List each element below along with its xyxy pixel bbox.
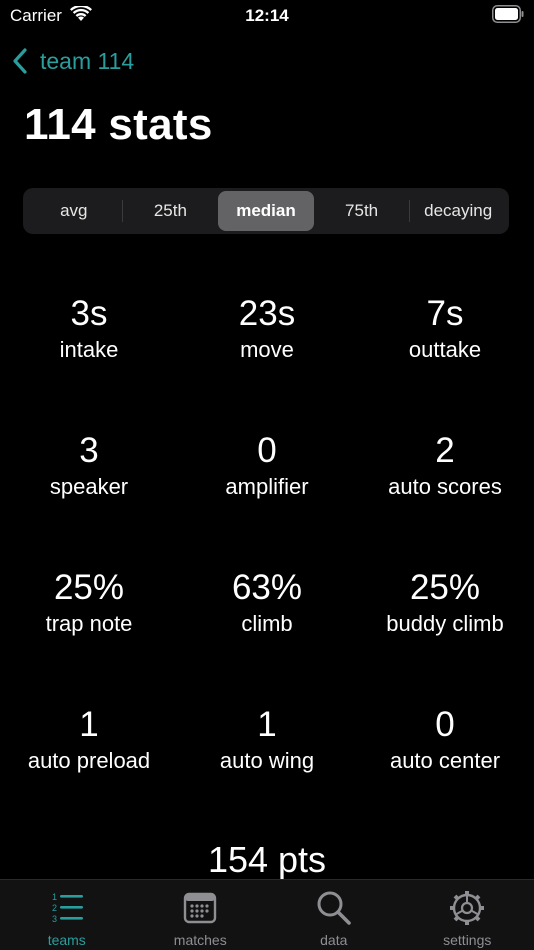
tab-label: settings	[443, 932, 492, 948]
stat-label: speaker	[49, 474, 129, 499]
segment-75th[interactable]: 75th	[314, 191, 410, 231]
stat-row: 3s intake 23s move 7s outtake	[0, 292, 534, 429]
chevron-left-icon	[13, 48, 27, 74]
stat-auto-scores: 2 auto scores	[356, 429, 534, 566]
stat-value: 23s	[238, 294, 296, 333]
stat-row: 25% trap note 63% climb 25% buddy climb	[0, 566, 534, 703]
segment-avg[interactable]: avg	[26, 191, 122, 231]
stat-value: 25%	[409, 568, 481, 607]
stat-intake: 3s intake	[0, 292, 178, 429]
stat-value: 0	[257, 431, 277, 470]
back-button[interactable]: team 114	[12, 44, 134, 78]
screen: Carrier 12:14 team 114 114 stats avg 25t…	[0, 0, 534, 950]
list-numbered-icon: 1 2 3	[52, 892, 83, 924]
svg-text:2: 2	[52, 903, 57, 913]
stat-label: climb	[241, 611, 293, 636]
tab-label: teams	[47, 932, 86, 948]
stat-speaker: 3 speaker	[0, 429, 178, 566]
stat-value: 3	[79, 431, 99, 470]
stat-mode-segmented-control: avg 25th median 75th decaying	[23, 188, 509, 234]
stat-auto-center: 0 auto center	[356, 703, 534, 840]
tab-data[interactable]: data	[267, 880, 401, 950]
stat-label: auto preload	[27, 748, 151, 773]
stat-auto-wing: 1 auto wing	[178, 703, 356, 840]
total-points: 154 pts	[207, 839, 327, 880]
back-label: team 114	[40, 47, 135, 74]
stat-value: 63%	[231, 568, 303, 607]
stat-label: amplifier	[225, 474, 309, 499]
gear-icon	[450, 891, 485, 925]
stat-buddy-climb: 25% buddy climb	[356, 566, 534, 703]
segment-decaying[interactable]: decaying	[410, 191, 506, 231]
tab-label: data	[320, 932, 348, 948]
stat-label: outtake	[408, 337, 482, 362]
tab-teams[interactable]: 1 2 3 teams	[0, 880, 134, 950]
stat-row: 3 speaker 0 amplifier 2 auto scores	[0, 429, 534, 566]
stat-label: auto center	[389, 748, 501, 773]
stat-value: 2	[435, 431, 455, 470]
stat-value: 1	[257, 705, 277, 744]
tab-bar: 1 2 3 teams matches data settings	[0, 879, 534, 950]
clock: 12:14	[245, 6, 289, 25]
stat-climb: 63% climb	[178, 566, 356, 703]
stats-grid: 3s intake 23s move 7s outtake 3 speaker …	[0, 292, 534, 840]
tab-label: matches	[173, 932, 227, 948]
magnifier-icon	[317, 891, 351, 925]
stat-label: auto wing	[219, 748, 315, 773]
stat-label: intake	[59, 337, 119, 362]
stat-outtake: 7s outtake	[356, 292, 534, 429]
stat-value: 3s	[70, 294, 108, 333]
stat-trap-note: 25% trap note	[0, 566, 178, 703]
status-bar: Carrier 12:14	[0, 0, 534, 32]
stat-value: 25%	[53, 568, 125, 607]
calendar-icon	[184, 892, 217, 924]
stat-label: auto scores	[388, 474, 502, 499]
segment-25th[interactable]: 25th	[123, 191, 219, 231]
stat-amplifier: 0 amplifier	[178, 429, 356, 566]
tab-settings[interactable]: settings	[401, 880, 534, 950]
stat-label: trap note	[45, 611, 133, 636]
stat-move: 23s move	[178, 292, 356, 429]
battery-icon	[492, 5, 524, 23]
stat-label: move	[240, 337, 294, 362]
tab-matches[interactable]: matches	[134, 880, 268, 950]
segment-median[interactable]: median	[218, 191, 314, 231]
svg-text:1: 1	[52, 892, 57, 902]
stat-auto-preload: 1 auto preload	[0, 703, 178, 840]
stat-value: 1	[79, 705, 99, 744]
stat-value: 0	[435, 705, 455, 744]
svg-text:3: 3	[52, 914, 57, 924]
stat-label: buddy climb	[386, 611, 504, 636]
page-title: 114 stats	[24, 100, 213, 149]
stat-row: 1 auto preload 1 auto wing 0 auto center	[0, 703, 534, 840]
stat-value: 7s	[426, 294, 464, 333]
